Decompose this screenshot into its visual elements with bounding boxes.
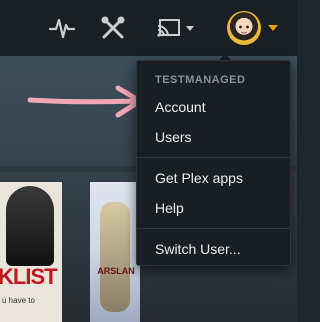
top-bar (0, 0, 297, 56)
poster-figure (100, 202, 130, 312)
poster-the-blacklist[interactable]: KLIST u have to (0, 182, 62, 322)
menu-username-header: TESTMANAGED (155, 74, 246, 86)
cast-icon[interactable] (150, 0, 200, 56)
user-dropdown-menu: TESTMANAGED Account Users Get Plex apps … (136, 60, 291, 266)
menu-item-account[interactable]: Account (155, 99, 206, 115)
poster-title: KLIST (0, 264, 58, 289)
menu-item-help[interactable]: Help (155, 200, 184, 216)
chevron-down-icon (185, 25, 194, 31)
menu-item-users[interactable]: Users (155, 129, 192, 145)
poster-title: ARSLAN (97, 266, 135, 276)
poster-subtitle: u have to (2, 296, 35, 305)
menu-divider (137, 157, 290, 158)
chevron-down-icon[interactable] (267, 25, 278, 31)
menu-item-get-plex-apps[interactable]: Get Plex apps (155, 170, 243, 186)
poster-arslan[interactable]: ARSLAN (90, 182, 140, 322)
user-menu-button[interactable] (222, 0, 282, 56)
menu-divider (137, 228, 290, 229)
activity-icon[interactable] (46, 0, 78, 56)
avatar[interactable] (226, 11, 261, 45)
settings-icon[interactable] (97, 0, 129, 56)
menu-item-switch-user[interactable]: Switch User... (155, 241, 241, 257)
poster-figure (6, 186, 54, 266)
